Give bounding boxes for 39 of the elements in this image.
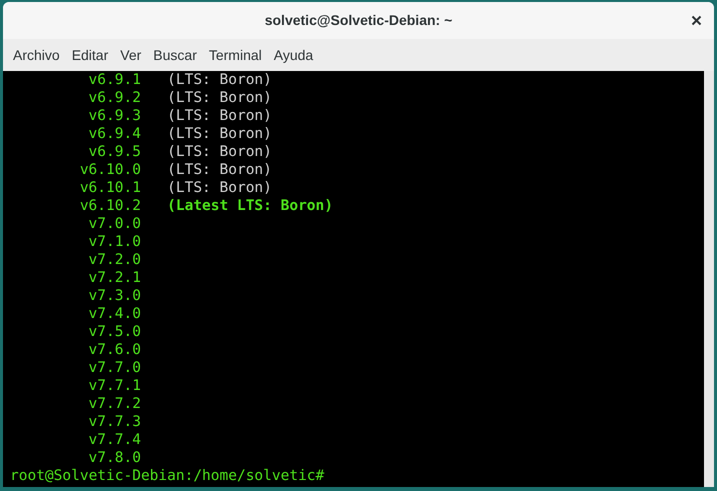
version-number: v6.9.1 bbox=[88, 71, 141, 89]
menu-item[interactable]: Ver bbox=[114, 44, 148, 66]
version-number: v6.10.0 bbox=[78, 161, 141, 179]
menu-item[interactable]: Editar bbox=[66, 44, 114, 66]
version-label: (LTS: Boron) bbox=[167, 179, 272, 197]
version-label: (LTS: Boron) bbox=[167, 107, 272, 125]
version-number: v7.5.0 bbox=[88, 323, 141, 341]
version-number: v7.7.3 bbox=[88, 413, 141, 431]
window-title: solvetic@Solvetic-Debian: ~ bbox=[264, 11, 452, 30]
close-icon bbox=[690, 14, 702, 26]
version-number: v7.2.1 bbox=[88, 269, 141, 287]
version-number: v6.9.3 bbox=[88, 107, 141, 125]
menu-item[interactable]: Archivo bbox=[7, 44, 66, 66]
version-number: v6.10.1 bbox=[78, 179, 141, 197]
menu-item[interactable]: Terminal bbox=[202, 44, 268, 66]
version-label: (LTS: Boron) bbox=[167, 89, 272, 107]
version-number: v7.7.4 bbox=[88, 431, 141, 449]
version-number: v7.3.0 bbox=[88, 287, 141, 305]
menu-item[interactable]: Buscar bbox=[147, 44, 203, 66]
version-number: v7.7.0 bbox=[88, 359, 141, 377]
menu-item[interactable]: Ayuda bbox=[268, 44, 320, 66]
shell-prompt: root@Solvetic-Debian:/home/solvetic# bbox=[10, 467, 324, 485]
version-number: v7.8.0 bbox=[88, 449, 141, 467]
version-number: v6.9.5 bbox=[88, 143, 141, 161]
version-number: v7.0.0 bbox=[88, 215, 141, 233]
version-number: v7.7.1 bbox=[88, 377, 141, 395]
version-number: v7.6.0 bbox=[88, 341, 141, 359]
version-label: (Latest LTS: Boron) bbox=[167, 197, 333, 215]
version-label: (LTS: Boron) bbox=[167, 143, 272, 161]
version-number: v7.1.0 bbox=[88, 233, 141, 251]
version-number: v6.10.2 bbox=[78, 197, 141, 215]
version-label: (LTS: Boron) bbox=[167, 125, 272, 143]
version-number: v7.4.0 bbox=[88, 305, 141, 323]
version-number: v7.2.0 bbox=[88, 251, 141, 269]
version-number: v6.9.4 bbox=[88, 125, 141, 143]
version-number: v6.9.2 bbox=[88, 89, 141, 107]
version-label: (LTS: Boron) bbox=[167, 71, 272, 89]
version-label: (LTS: Boron) bbox=[167, 161, 272, 179]
version-number: v7.7.2 bbox=[88, 395, 141, 413]
